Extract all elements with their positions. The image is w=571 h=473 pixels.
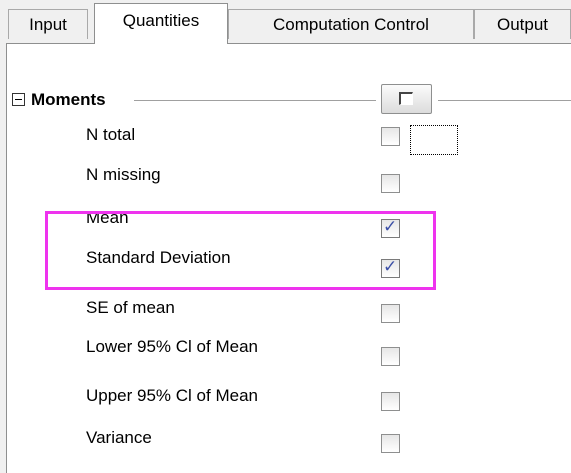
quantity-checkbox[interactable] xyxy=(381,392,400,411)
tab-output[interactable]: Output xyxy=(474,9,571,39)
quantity-checkbox[interactable] xyxy=(381,127,400,146)
quantity-checkbox[interactable] xyxy=(381,347,400,366)
quantity-checkbox[interactable] xyxy=(381,434,400,453)
tab-computation-control[interactable]: Computation Control xyxy=(228,9,474,39)
group-divider-right xyxy=(438,100,571,101)
select-all-checkbox-icon xyxy=(399,92,413,105)
tab-input[interactable]: Input xyxy=(8,9,88,39)
quantity-label: N total xyxy=(86,125,136,144)
quantity-checkbox[interactable] xyxy=(381,174,400,193)
tab-quantities[interactable]: Quantities xyxy=(94,3,228,44)
quantity-label: Lower 95% Cl of Mean xyxy=(86,337,258,356)
tab-strip: Input Quantities Computation Control Out… xyxy=(0,0,571,44)
group-title-moments: Moments xyxy=(31,90,106,109)
quantity-label: Upper 95% Cl of Mean xyxy=(86,386,258,405)
quantity-label: SE of mean xyxy=(86,298,175,317)
quantity-label: Variance xyxy=(86,428,152,447)
select-all-button[interactable] xyxy=(381,84,432,114)
quantity-checkbox[interactable] xyxy=(381,304,400,323)
quantity-label: N missing xyxy=(86,165,161,184)
collapse-icon[interactable] xyxy=(12,93,25,106)
focus-cell[interactable] xyxy=(410,125,458,155)
group-divider xyxy=(134,100,376,101)
highlight-box xyxy=(45,211,436,290)
